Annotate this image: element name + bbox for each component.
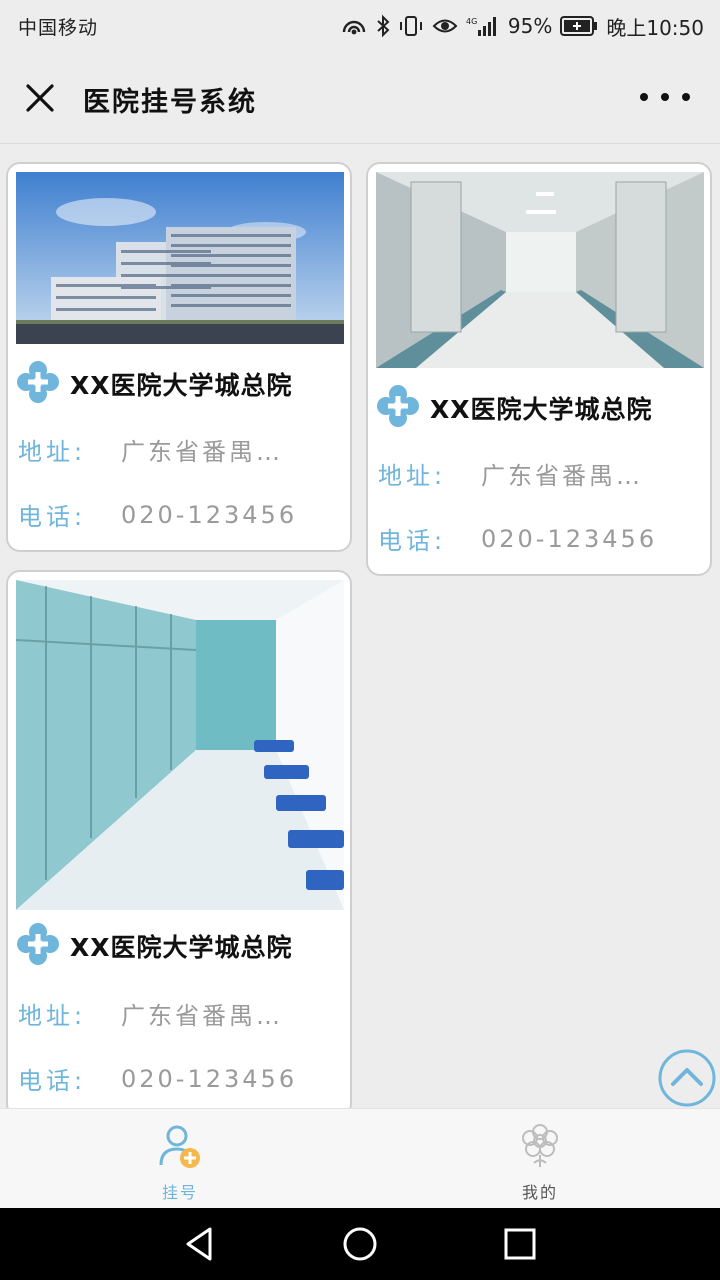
medical-cross-icon [16, 922, 60, 970]
tab-register[interactable]: 挂号 [0, 1109, 360, 1209]
address-label: 地址: [18, 438, 87, 466]
network-type: 4G [466, 17, 477, 26]
phone-row: 电话: 020-123456 [18, 1061, 297, 1096]
nav-bar: 医院挂号系统 [0, 52, 720, 144]
address-row: 地址: 广东省番禺… [18, 432, 283, 467]
hospital-image [376, 172, 704, 368]
hospital-image [16, 580, 344, 910]
phone-label: 电话: [18, 503, 87, 531]
hospital-name: XX医院大学城总院 [70, 371, 293, 400]
address-row: 地址: 广东省番禺… [378, 456, 643, 491]
status-bar: 中国移动 4G 95% 晚上10:50 [0, 0, 720, 52]
medical-cross-icon [376, 384, 420, 432]
tab-mine[interactable]: 我的 [360, 1109, 720, 1209]
status-icons: 4G 95% 晚上10:50 [340, 11, 704, 41]
bluetooth-icon [376, 14, 390, 38]
hospital-name: XX医院大学城总院 [70, 933, 293, 962]
address-label: 地址: [378, 462, 447, 490]
more-dot-icon [640, 93, 648, 101]
address-value: 广东省番禺… [481, 462, 643, 490]
battery-percent: 95% [507, 14, 553, 38]
system-nav-bar [0, 1208, 720, 1280]
back-to-top-button[interactable] [657, 1048, 717, 1108]
hospital-card[interactable]: XX医院大学城总院 地址: 广东省番禺… 电话: 020-123456 [6, 162, 352, 552]
signal-icon: 4G [466, 14, 500, 38]
profile-flower-icon [517, 1123, 563, 1169]
tab-bar: 挂号 我的 [0, 1108, 720, 1208]
hospital-image [16, 172, 344, 344]
clock: 晚上10:50 [606, 15, 704, 40]
chevron-up-icon [658, 1049, 716, 1107]
phone-label: 电话: [378, 527, 447, 555]
hospital-name-row: XX医院大学城总院 [16, 360, 293, 408]
phone-value: 020-123456 [121, 1064, 298, 1093]
carrier-name: 中国移动 [18, 17, 99, 39]
address-value: 广东省番禺… [121, 1002, 283, 1030]
register-user-icon [157, 1123, 203, 1169]
more-dot-icon [661, 93, 669, 101]
home-circle-icon[interactable] [340, 1224, 380, 1264]
phone-label: 电话: [18, 1067, 87, 1095]
close-icon[interactable] [20, 78, 60, 118]
phone-row: 电话: 020-123456 [18, 497, 297, 532]
hospital-name: XX医院大学城总院 [430, 395, 653, 424]
address-value: 广东省番禺… [121, 438, 283, 466]
phone-value: 020-123456 [481, 524, 658, 553]
back-triangle-icon[interactable] [180, 1224, 220, 1264]
hotspot-icon [340, 14, 368, 38]
more-menu-button[interactable] [640, 82, 690, 112]
vibrate-icon [398, 14, 424, 38]
hospital-card[interactable]: XX医院大学城总院 地址: 广东省番禺… 电话: 020-123456 [366, 162, 712, 576]
eye-comfort-icon [432, 15, 458, 37]
tab-label: 我的 [521, 1183, 558, 1202]
hospital-card[interactable]: XX医院大学城总院 地址: 广东省番禺… 电话: 020-123456 [6, 570, 352, 1118]
medical-cross-icon [16, 360, 60, 408]
recents-square-icon[interactable] [500, 1224, 540, 1264]
page-title: 医院挂号系统 [83, 87, 257, 118]
address-label: 地址: [18, 1002, 87, 1030]
tab-label: 挂号 [161, 1183, 198, 1202]
hospital-name-row: XX医院大学城总院 [16, 922, 293, 970]
more-dot-icon [682, 93, 690, 101]
hospital-name-row: XX医院大学城总院 [376, 384, 653, 432]
address-row: 地址: 广东省番禺… [18, 996, 283, 1031]
battery-icon [560, 15, 598, 37]
phone-row: 电话: 020-123456 [378, 521, 657, 556]
phone-value: 020-123456 [121, 500, 298, 529]
